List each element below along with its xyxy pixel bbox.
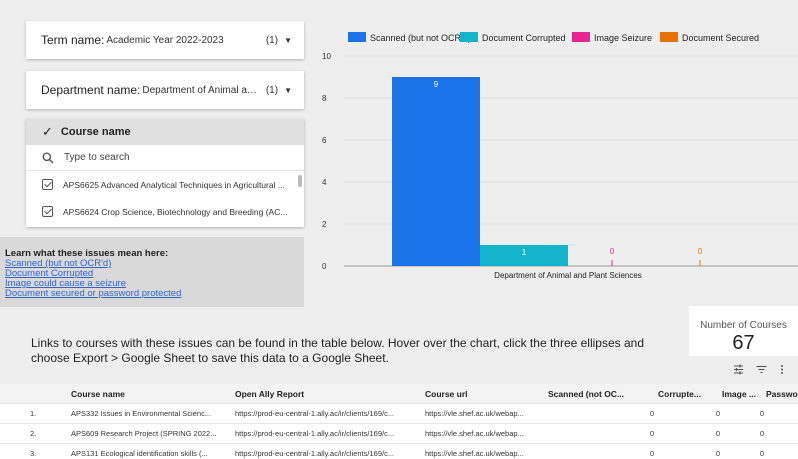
link-secured[interactable]: Document secured or password protected — [5, 289, 304, 299]
course-filter: ✓ Course name Type to search APS6625 Adv… — [26, 119, 304, 227]
checkbox-checked-icon[interactable] — [42, 206, 53, 217]
row-number: 1. — [30, 409, 37, 418]
column-header-course-name[interactable]: Course name — [71, 384, 227, 404]
cell-course-url[interactable]: https://vle.shef.ac.uk/webap... — [425, 424, 545, 444]
cell-course-name: APS131 Ecological identification skills … — [71, 449, 208, 458]
y-tick-label: 10 — [322, 52, 331, 61]
term-filter-label: Term name: — [41, 33, 105, 47]
term-filter[interactable]: Term name: Academic Year 2022-2023 (1) ▼ — [26, 21, 304, 59]
department-filter[interactable]: Department name: Department of Animal an… — [26, 71, 304, 109]
term-filter-value: Academic Year 2022-2023 — [106, 34, 224, 46]
department-filter-label: Department name: — [41, 83, 141, 97]
table-row[interactable]: 1. APS332 Issues in Environmental Scienc… — [0, 404, 798, 424]
cell-corrupted: 0 — [715, 429, 720, 438]
legend-swatch — [460, 32, 478, 42]
x-category-label: Department of Animal and Plant Sciences — [494, 271, 642, 280]
row-number: 2. — [30, 429, 37, 438]
legend-swatch — [572, 32, 590, 42]
course-filter-item-label: APS6625 Advanced Analytical Techniques i… — [63, 179, 285, 190]
cell-password: 0 — [766, 444, 798, 459]
cell-scanned: 0 — [649, 409, 654, 418]
cell-ally-report[interactable]: https://prod-eu-central-1.ally.ac/ir/cli… — [235, 404, 421, 424]
cell-password: 0 — [766, 404, 798, 424]
legend-label: Document Corrupted — [482, 33, 566, 43]
more-vert-icon[interactable] — [779, 364, 785, 375]
issues-bar-chart[interactable]: 0246810Scanned (but not OCR'd) Document C… — [320, 22, 798, 292]
cell-ally-report[interactable]: https://prod-eu-central-1.ally.ac/ir/cli… — [235, 424, 421, 444]
course-filter-title: Course name — [60, 126, 131, 138]
course-filter-item[interactable]: APS6625 Advanced Analytical Techniques i… — [26, 171, 304, 198]
data-label: 0 — [610, 247, 615, 256]
cell-image: 0 — [759, 449, 764, 458]
check-icon: ✓ — [42, 124, 53, 139]
table-toolbar — [733, 364, 785, 375]
table-description: Links to courses with these issues can b… — [31, 336, 645, 365]
legend-label: Scanned (but not OCR'd) — [370, 33, 471, 43]
legend-label: Document Secured — [682, 33, 759, 43]
legend-swatch — [660, 32, 678, 42]
cell-course-url[interactable]: https://vle.shef.ac.uk/webap... — [425, 444, 545, 459]
cell-course-name: APS609 Research Project (SPRING 2022... — [71, 429, 217, 438]
column-header-image[interactable]: Image ... — [722, 384, 764, 404]
bar — [392, 77, 480, 266]
cell-image: 0 — [759, 409, 764, 418]
cell-course-url[interactable]: https://vle.shef.ac.uk/webap... — [425, 404, 545, 424]
course-filter-item[interactable]: APS6624 Crop Science, Biotechnology and … — [26, 198, 304, 225]
course-count-scorecard: Number of Courses 67 — [689, 306, 798, 356]
course-filter-header[interactable]: ✓ Course name — [26, 119, 304, 145]
column-header-corrupted[interactable]: Corrupte... — [658, 384, 720, 404]
column-header-scanned[interactable]: Scanned (not OC... — [548, 384, 654, 404]
course-search-placeholder: Type to search — [64, 152, 130, 163]
dashboard: Term name: Academic Year 2022-2023 (1) ▼… — [0, 0, 798, 459]
cell-scanned: 0 — [649, 449, 654, 458]
cell-course-name: APS332 Issues in Environmental Scienc... — [71, 409, 212, 418]
column-header-course-url[interactable]: Course url — [425, 384, 545, 404]
cell-password: 0 — [766, 424, 798, 444]
checkbox-checked-icon[interactable] — [42, 179, 53, 190]
issues-info-box: Learn what these issues mean here: Scann… — [0, 237, 304, 307]
table-header-row: Course name Open Ally Report Course url … — [0, 384, 798, 404]
cell-corrupted: 0 — [715, 449, 720, 458]
y-tick-label: 2 — [322, 220, 327, 229]
cell-image: 0 — [759, 429, 764, 438]
filter-icon[interactable] — [756, 364, 767, 375]
cell-corrupted: 0 — [715, 409, 720, 418]
department-filter-count: (1) — [265, 84, 279, 96]
data-label: 0 — [698, 247, 703, 256]
column-header-password[interactable]: Password... — [766, 384, 798, 404]
department-filter-value: Department of Animal and Plant ... — [142, 84, 259, 96]
cell-ally-report[interactable]: https://prod-eu-central-1.ally.ac/ir/cli… — [235, 444, 421, 459]
y-tick-label: 6 — [322, 136, 327, 145]
y-tick-label: 8 — [322, 94, 327, 103]
scrollbar[interactable] — [298, 175, 302, 187]
data-label: 9 — [434, 80, 439, 89]
table-row[interactable]: 2. APS609 Research Project (SPRING 2022.… — [0, 424, 798, 444]
course-search[interactable]: Type to search — [26, 145, 304, 171]
course-count-label: Number of Courses — [700, 320, 787, 331]
search-icon — [42, 152, 54, 164]
tune-icon[interactable] — [733, 364, 744, 375]
legend-swatch — [348, 32, 366, 42]
legend-label: Image Seizure — [594, 33, 652, 43]
y-tick-label: 0 — [322, 262, 327, 271]
chevron-down-icon[interactable]: ▼ — [284, 36, 292, 45]
courses-table: Course name Open Ally Report Course url … — [0, 384, 798, 459]
data-label: 1 — [522, 248, 527, 257]
table-row[interactable]: 3. APS131 Ecological identification skil… — [0, 444, 798, 459]
course-count-value: 67 — [732, 332, 755, 354]
column-header-ally-report[interactable]: Open Ally Report — [235, 384, 421, 404]
y-tick-label: 4 — [322, 178, 327, 187]
chevron-down-icon[interactable]: ▼ — [284, 86, 292, 95]
course-filter-item-label: APS6624 Crop Science, Biotechnology and … — [63, 206, 288, 217]
term-filter-count: (1) — [265, 34, 279, 46]
row-number: 3. — [30, 449, 37, 458]
cell-scanned: 0 — [649, 429, 654, 438]
